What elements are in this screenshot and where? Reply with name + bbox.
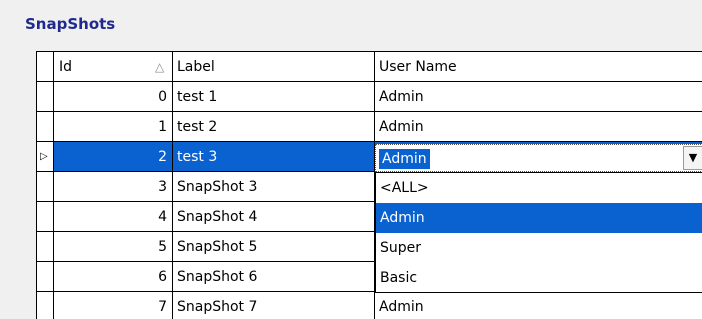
cell-label[interactable]: SnapShot 6 xyxy=(173,262,375,292)
dropdown-option-basic[interactable]: Basic xyxy=(376,263,702,293)
row-selector[interactable] xyxy=(37,262,54,292)
cell-id[interactable]: 2 xyxy=(54,142,173,172)
cell-id[interactable]: 3 xyxy=(54,172,173,202)
row-selector[interactable] xyxy=(37,112,54,142)
cell-label[interactable]: test 3 xyxy=(173,142,375,172)
row-selector[interactable]: ▷ xyxy=(37,142,54,172)
cell-id[interactable]: 7 xyxy=(54,292,173,319)
cell-label[interactable]: test 2 xyxy=(173,112,375,142)
row-selector[interactable] xyxy=(37,82,54,112)
cell-id[interactable]: 5 xyxy=(54,232,173,262)
dropdown-option-super[interactable]: Super xyxy=(376,233,702,263)
cell-user-name[interactable]: Admin xyxy=(375,112,702,142)
cell-label[interactable]: test 1 xyxy=(173,82,375,112)
row-selector[interactable] xyxy=(37,202,54,232)
sort-ascending-icon: △ xyxy=(155,60,165,74)
current-row-icon: ▷ xyxy=(40,151,48,162)
dropdown-button[interactable]: ▼ xyxy=(683,146,702,170)
cell-label[interactable]: SnapShot 7 xyxy=(173,292,375,319)
cell-user-name[interactable]: Admin xyxy=(375,292,702,319)
cell-label[interactable]: SnapShot 4 xyxy=(173,202,375,232)
row-selector[interactable] xyxy=(37,232,54,262)
row-selector[interactable] xyxy=(37,292,54,319)
table-row[interactable]: 1 test 2 Admin xyxy=(37,112,702,142)
table-row[interactable]: 0 test 1 Admin xyxy=(37,82,702,112)
user-name-dropdown[interactable]: Admin ▼ xyxy=(375,144,702,172)
column-header-id[interactable]: Id △ xyxy=(54,52,173,82)
dropdown-option-admin[interactable]: Admin xyxy=(376,203,702,233)
user-name-dropdown-value[interactable]: Admin xyxy=(379,149,430,169)
column-header-label[interactable]: Label xyxy=(173,52,375,82)
cell-label[interactable]: SnapShot 5 xyxy=(173,232,375,262)
cell-id[interactable]: 6 xyxy=(54,262,173,292)
panel-title: SnapShots xyxy=(25,15,116,33)
column-header-id-label: Id xyxy=(59,59,73,75)
table-row[interactable]: 7 SnapShot 7 Admin xyxy=(37,292,702,319)
cell-label[interactable]: SnapShot 3 xyxy=(173,172,375,202)
cell-id[interactable]: 1 xyxy=(54,112,173,142)
snapshots-grid: Id △ Label User Name 0 test 1 Admin 1 te… xyxy=(36,51,702,319)
grid-header-row: Id △ Label User Name xyxy=(37,52,702,82)
cell-id[interactable]: 4 xyxy=(54,202,173,232)
cell-id[interactable]: 0 xyxy=(54,82,173,112)
dropdown-option-all[interactable]: <ALL> xyxy=(376,173,702,203)
column-header-user-name[interactable]: User Name xyxy=(375,52,702,82)
user-name-dropdown-list: <ALL> Admin Super Basic xyxy=(375,172,702,293)
chevron-down-icon: ▼ xyxy=(688,151,698,164)
row-selector-header[interactable] xyxy=(37,52,54,82)
cell-user-name[interactable]: Admin xyxy=(375,82,702,112)
row-selector[interactable] xyxy=(37,172,54,202)
